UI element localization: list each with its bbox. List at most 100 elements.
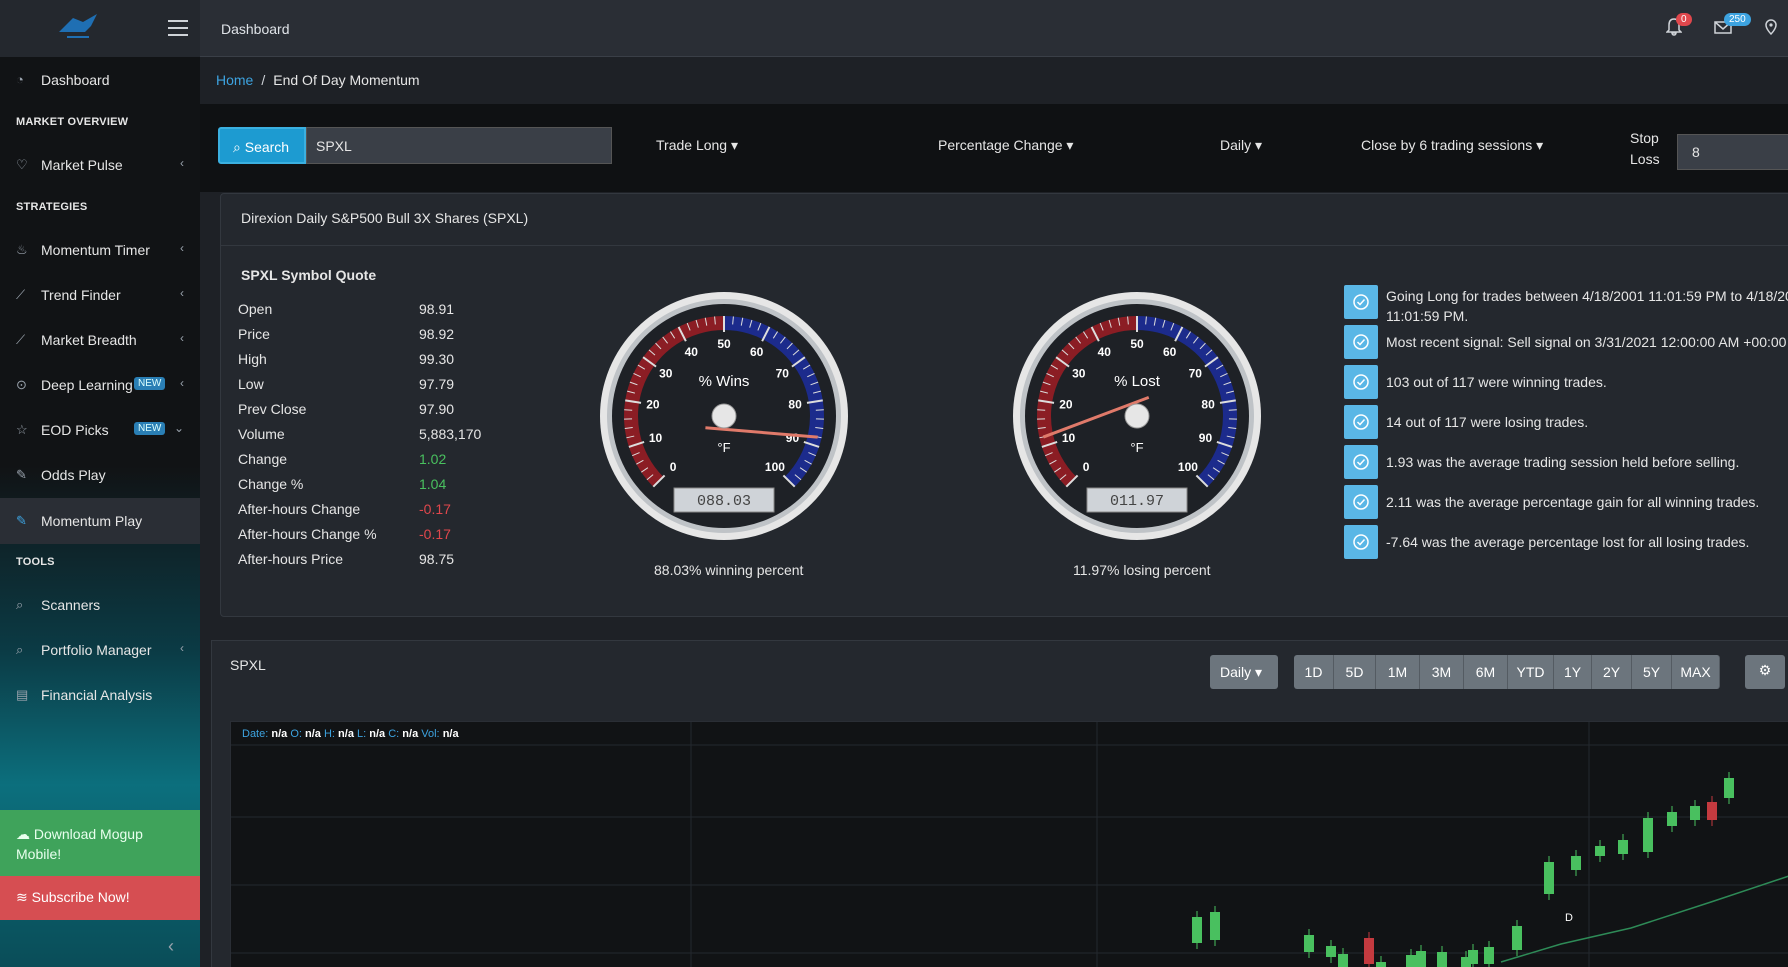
- period-dropdown[interactable]: Daily ▾: [1220, 137, 1262, 154]
- sidebar-item-eod-picks[interactable]: ☆ EOD Picks NEW ⌄: [0, 410, 200, 450]
- chevron-left-icon: ‹: [180, 241, 184, 255]
- range-button-2y[interactable]: 2Y: [1592, 655, 1632, 689]
- wins-caption: 88.03% winning percent: [654, 562, 804, 578]
- gauge-tick-label: 60: [750, 345, 764, 359]
- subscribe-button[interactable]: ≋ Subscribe Now!: [0, 876, 200, 920]
- quote-row: Open 98.91: [238, 301, 538, 321]
- portfolio-icon: ⌕: [16, 642, 24, 657]
- gauge-readout: 011.97: [1110, 493, 1164, 510]
- lost-gauge: 0 10 20 30 40 50 60 70 80 90 100 % Lost °F 011.97: [1013, 292, 1261, 540]
- chevron-left-icon: ‹: [180, 286, 184, 300]
- line-chart-icon: ⟋: [16, 287, 26, 302]
- sidebar-item-financial-analysis[interactable]: ▤ Financial Analysis: [0, 675, 200, 715]
- quote-row: After-hours Change % -0.17: [238, 526, 538, 546]
- gauge-tick-label: 80: [1201, 398, 1215, 412]
- search-button[interactable]: ⌕ Search: [218, 127, 306, 164]
- candle-body: [1406, 955, 1416, 967]
- sidebar-collapse-button[interactable]: ‹: [168, 936, 174, 957]
- change-type-dropdown[interactable]: Percentage Change ▾: [938, 137, 1073, 154]
- heart-icon: ♡: [16, 157, 28, 172]
- gauge-unit: °F: [1130, 440, 1143, 455]
- quote-row: After-hours Price 98.75: [238, 551, 538, 571]
- close-rule-dropdown[interactable]: Close by 6 trading sessions ▾: [1361, 137, 1543, 154]
- candle-body: [1192, 917, 1202, 943]
- chevron-left-icon: ‹: [180, 641, 184, 655]
- candle-body: [1643, 818, 1653, 852]
- quote-row: Volume 5,883,170: [238, 426, 538, 446]
- sidebar-item-momentum-timer[interactable]: ♨ Momentum Timer ‹: [0, 230, 200, 270]
- sidebar-item-market-breadth[interactable]: ⟋ Market Breadth ‹: [0, 320, 200, 360]
- sidebar-item-deep-learning[interactable]: ⊙ Deep Learning NEW ‹: [0, 365, 200, 405]
- gauge-hub: [711, 403, 737, 429]
- price-chart[interactable]: D: [230, 721, 1788, 967]
- candle-body: [1326, 946, 1336, 957]
- check-circle-icon: [1344, 525, 1378, 559]
- breadcrumb-home-link[interactable]: Home: [216, 72, 253, 88]
- candle-body: [1416, 951, 1426, 967]
- chevron-left-icon: ‹: [180, 331, 184, 345]
- range-button-1y[interactable]: 1Y: [1554, 655, 1592, 689]
- candle-body: [1512, 926, 1522, 950]
- gauge-title: % Wins: [699, 373, 750, 390]
- stop-loss-input[interactable]: 8: [1677, 134, 1788, 170]
- gauge-tick-label: 10: [1062, 431, 1076, 445]
- gauge-tick-label: 30: [659, 367, 673, 381]
- quote-value: 98.92: [419, 326, 455, 342]
- finance-icon: ▤: [16, 687, 29, 702]
- pin-icon: ✎: [16, 467, 27, 482]
- check-circle-icon: [1344, 365, 1378, 399]
- new-badge: NEW: [134, 377, 166, 390]
- candle-body: [1571, 856, 1581, 870]
- bull-logo-icon: [59, 14, 97, 38]
- sidebar-item-trend-finder[interactable]: ⟋ Trend Finder ‹: [0, 275, 200, 315]
- sidebar-item-portfolio-manager[interactable]: ⌕ Portfolio Manager ‹: [0, 630, 200, 670]
- candlestick-chart: D: [231, 722, 1788, 967]
- sidebar-item-dashboard[interactable]: ◔ Dashboard: [0, 60, 200, 100]
- gauge-tick-label: 70: [1189, 367, 1203, 381]
- download-mobile-button[interactable]: ☁ Download Mogup Mobile!: [0, 810, 200, 876]
- stat-text: 103 out of 117 were winning trades.: [1386, 374, 1607, 390]
- location-pin-icon[interactable]: [1765, 19, 1777, 38]
- gauge-tick-label: 0: [1083, 460, 1090, 474]
- range-button-1m[interactable]: 1M: [1376, 655, 1420, 689]
- range-button-5y[interactable]: 5Y: [1632, 655, 1672, 689]
- gauge-hub: [1124, 403, 1150, 429]
- quote-value: 97.90: [419, 401, 455, 417]
- chart-interval-dropdown[interactable]: Daily ▾: [1210, 655, 1278, 689]
- quote-label: After-hours Change %: [238, 526, 377, 542]
- menu-toggle-button[interactable]: [168, 20, 188, 41]
- quote-label: Low: [238, 376, 264, 392]
- stat-text: Going Long for trades between 4/18/2001 …: [1386, 288, 1788, 324]
- fire-icon: ♨: [16, 242, 28, 257]
- range-button-1d[interactable]: 1D: [1294, 655, 1334, 689]
- symbol-search-input[interactable]: SPXL: [306, 127, 612, 164]
- sidebar-item-odds-play[interactable]: ✎ Odds Play: [0, 455, 200, 495]
- range-button-6m[interactable]: 6M: [1464, 655, 1508, 689]
- sidebar-item-momentum-play[interactable]: ✎ Momentum Play: [0, 498, 200, 544]
- stat-item: Most recent signal: Sell signal on 3/31/…: [1344, 325, 1788, 361]
- quote-label: High: [238, 351, 267, 367]
- breadcrumb-current: End Of Day Momentum: [273, 72, 420, 88]
- notification-badge: 0: [1676, 13, 1692, 26]
- quote-value: 1.02: [419, 451, 447, 467]
- quote-label: Prev Close: [238, 401, 307, 417]
- stop-loss-label: Stop Loss: [1630, 130, 1660, 167]
- candle-body: [1304, 935, 1314, 952]
- layers-icon: ≋: [16, 889, 28, 905]
- candle-body: [1338, 954, 1348, 967]
- sidebar-item-market-pulse[interactable]: ♡ Market Pulse ‹: [0, 145, 200, 185]
- check-circle-icon: [1344, 485, 1378, 519]
- wins-gauge: 0102030405060708090100% Wins°F088.03: [600, 292, 848, 540]
- range-button-3m[interactable]: 3M: [1420, 655, 1464, 689]
- brain-icon: ⊙: [16, 377, 27, 392]
- sidebar-item-scanners[interactable]: ⌕ Scanners: [0, 585, 200, 625]
- trade-direction-dropdown[interactable]: Trade Long ▾: [656, 137, 738, 154]
- chart-settings-button[interactable]: ⚙: [1745, 655, 1785, 689]
- pin-icon: ✎: [16, 513, 27, 528]
- range-button-ytd[interactable]: YTD: [1508, 655, 1554, 689]
- gauge-tick-label: 100: [1178, 460, 1198, 474]
- range-button-5d[interactable]: 5D: [1334, 655, 1376, 689]
- candle-body: [1437, 952, 1447, 967]
- ohlc-readout: Date: n/a O: n/a H: n/a L: n/a C: n/a Vo…: [242, 728, 459, 740]
- range-button-max[interactable]: MAX: [1672, 655, 1720, 689]
